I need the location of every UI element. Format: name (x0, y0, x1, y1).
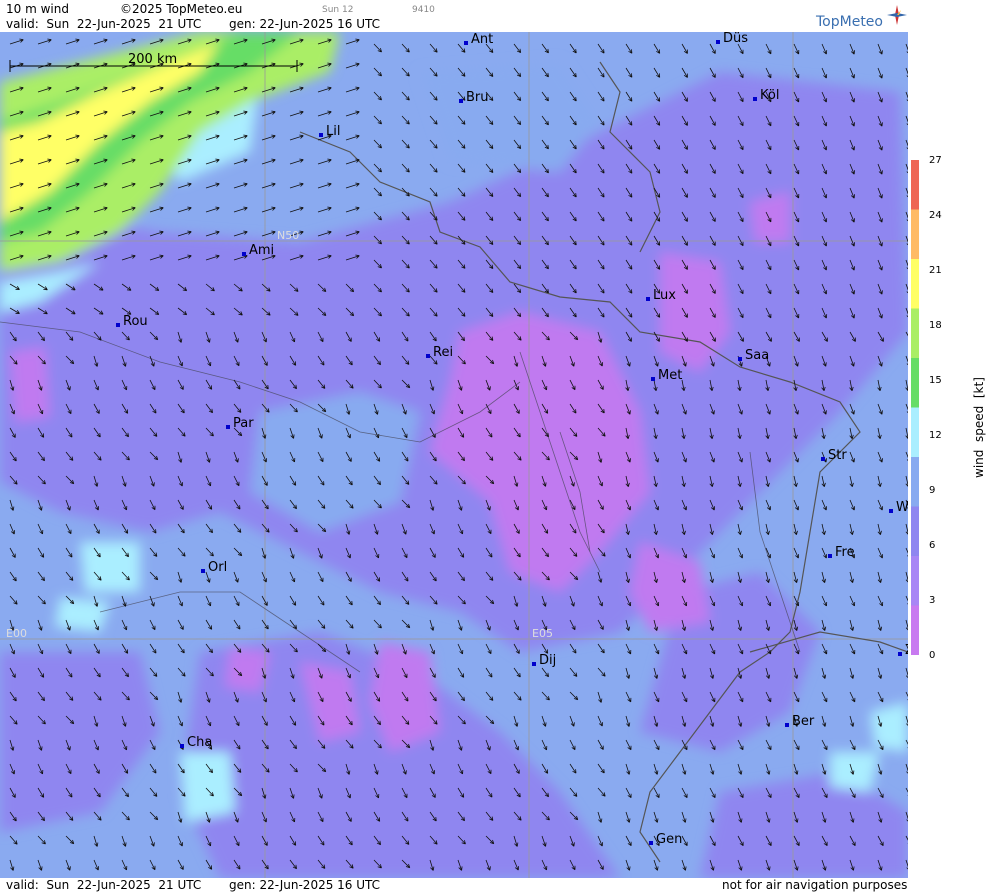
city-metz[interactable]: Met (651, 369, 682, 383)
small-label-2: 9410 (412, 5, 435, 15)
legend-tick: 12 (929, 430, 942, 441)
city-geneva[interactable]: Gen (649, 833, 682, 847)
legend-tick: 27 (929, 155, 942, 166)
legend-tick: 24 (929, 210, 942, 221)
city-orleans[interactable]: Orl (201, 561, 227, 575)
legend-tick: 9 (929, 485, 936, 496)
legend-tick: 18 (929, 320, 942, 331)
city-amiens[interactable]: Ami (242, 244, 274, 258)
footer-gen-time: gen: 22-Jun-2025 16 UTC (229, 878, 381, 892)
city-paris[interactable]: Par (226, 417, 254, 431)
footer-disclaimer: not for air navigation purposes (722, 878, 908, 892)
grid-label-n50: N50 (277, 229, 300, 242)
city-dusseldorf[interactable]: Düs (716, 32, 748, 46)
wind-field (0, 32, 908, 878)
city-w[interactable]: W (889, 501, 908, 515)
footer-valid-time: valid: Sun 22-Jun-2025 21 UTC (6, 878, 202, 892)
map-title: 10 m wind (6, 2, 69, 16)
city-freiburg[interactable]: Fre (828, 546, 855, 560)
compass-icon (887, 5, 907, 25)
gen-time: gen: 22-Jun-2025 16 UTC (229, 17, 381, 31)
city-strasbourg[interactable]: Str (821, 449, 847, 463)
city-reims[interactable]: Rei (426, 346, 453, 360)
legend-title: wind speed [kt] (972, 377, 986, 478)
grid-label-e00: E00 (6, 627, 27, 640)
city-lille[interactable]: Lil (319, 125, 340, 139)
city-rouen[interactable]: Rou (116, 315, 148, 329)
legend-colorbar (911, 160, 919, 655)
small-label-1: Sun 12 (322, 5, 354, 15)
city-brussels[interactable]: Bru (459, 91, 489, 105)
legend-tick: 0 (929, 650, 936, 661)
legend-tick: 3 (929, 595, 936, 606)
topmeteo-logo: TopMeteo (816, 14, 883, 30)
city-z[interactable]: Z (898, 644, 908, 658)
city-bern[interactable]: Ber (785, 715, 814, 729)
copyright: ©2025 TopMeteo.eu (120, 2, 243, 16)
legend-tick: 21 (929, 265, 942, 276)
city-chateauroux[interactable]: Cha (180, 736, 212, 750)
valid-time: valid: Sun 22-Jun-2025 21 UTC (6, 17, 202, 31)
grid-label-e05: E05 (532, 627, 553, 640)
city-dijon[interactable]: Dij (532, 654, 556, 668)
city-koln[interactable]: Köl (753, 89, 779, 103)
legend-tick: 15 (929, 375, 942, 386)
city-saarbrucken[interactable]: Saa (738, 349, 769, 363)
city-luxembourg[interactable]: Lux (646, 289, 676, 303)
legend-tick: 6 (929, 540, 936, 551)
city-antwerp[interactable]: Ant (464, 33, 493, 47)
scale-label: 200 km (128, 52, 178, 67)
wind-map[interactable]: 200 km N50 E00 E05 Ant Düs Bru Köl Lil A… (0, 32, 908, 878)
